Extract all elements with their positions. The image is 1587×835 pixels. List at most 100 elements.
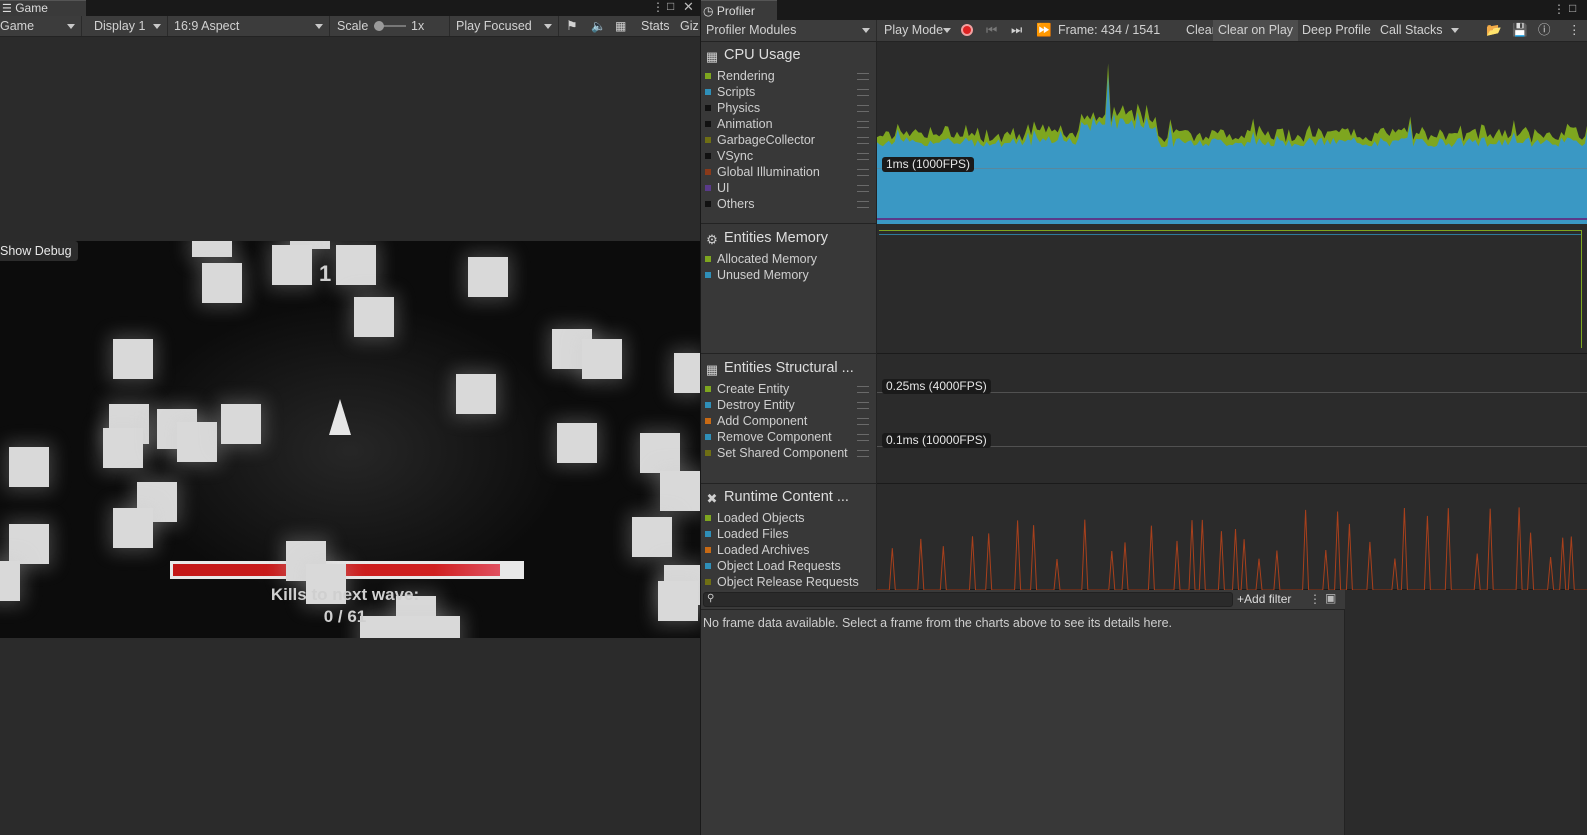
legend-swatch xyxy=(705,418,711,424)
legend-label: Physics xyxy=(717,101,761,115)
legend-item[interactable]: Rendering xyxy=(705,68,875,84)
more-menu-icon[interactable]: ⋮ xyxy=(1309,592,1321,606)
drag-handle-icon[interactable] xyxy=(857,137,869,144)
detach-icon[interactable]: ▣ xyxy=(1325,591,1336,605)
save-icon[interactable]: 💾 xyxy=(1507,20,1533,41)
legend-item[interactable]: GarbageCollector xyxy=(705,132,875,148)
legend-item[interactable]: Allocated Memory xyxy=(705,251,817,267)
scale-slider[interactable] xyxy=(374,21,406,31)
legend-label: Global Illumination xyxy=(717,165,820,179)
play-mode-dropdown[interactable]: Play Focused xyxy=(449,16,559,36)
call-stacks-toggle[interactable]: Call Stacks xyxy=(1375,20,1448,41)
legend-item[interactable]: Loaded Archives xyxy=(705,542,809,558)
gear-icon: ⚙ xyxy=(706,232,718,247)
deep-profile-toggle[interactable]: Deep Profile xyxy=(1297,20,1376,41)
drag-handle-icon[interactable] xyxy=(857,185,869,192)
drag-handle-icon[interactable] xyxy=(857,153,869,160)
aspect-dropdown[interactable]: 16:9 Aspect xyxy=(168,16,330,36)
cpu-usage-chart[interactable]: 1ms (1000FPS) xyxy=(877,42,1587,224)
profiler-tab[interactable]: ◷ Profiler xyxy=(701,0,777,20)
maximize-icon[interactable]: □ xyxy=(667,0,674,13)
drag-handle-icon[interactable] xyxy=(857,450,869,457)
stats-button[interactable]: Stats xyxy=(641,16,670,36)
legend-item[interactable]: Remove Component xyxy=(705,429,875,445)
audio-icon[interactable]: 🔈 xyxy=(591,16,606,36)
profiler-tab-strip: ◷ Profiler ⋮ □ xyxy=(701,0,1587,20)
legend-item[interactable]: Object Release Requests xyxy=(705,574,859,590)
legend-label: Loaded Objects xyxy=(717,511,805,525)
maximize-icon[interactable]: □ xyxy=(1569,1,1576,15)
drag-handle-icon[interactable] xyxy=(857,169,869,176)
next-frame-icon[interactable]: ⏭ xyxy=(1006,20,1027,41)
entities-structural-chart[interactable]: 0.25ms (4000FPS) 0.1ms (10000FPS) xyxy=(877,354,1587,484)
legend-item[interactable]: Physics xyxy=(705,100,875,116)
chevron-down-icon[interactable] xyxy=(1451,28,1459,33)
first-frame-icon[interactable]: ⏮ xyxy=(981,20,1002,41)
scale-slider-handle[interactable] xyxy=(374,21,384,31)
legend-swatch xyxy=(705,531,711,537)
drag-handle-icon[interactable] xyxy=(857,402,869,409)
module-title: ⚙ Entities Memory xyxy=(705,229,828,247)
game-viewport[interactable]: 1 Kills to next wave: 0 / 61 Show Debug xyxy=(0,241,700,638)
record-icon[interactable] xyxy=(961,24,973,36)
drag-handle-icon[interactable] xyxy=(857,418,869,425)
entities-memory-chart[interactable] xyxy=(877,224,1587,354)
runtime-content-module[interactable]: ✖ Runtime Content ... Loaded Objects Load… xyxy=(701,484,877,590)
legend-item[interactable]: Global Illumination xyxy=(705,164,875,180)
module-title: ✖ Runtime Content ... xyxy=(705,488,849,506)
legend-item[interactable]: Unused Memory xyxy=(705,267,809,283)
help-icon[interactable]: ⓘ xyxy=(1533,20,1556,41)
close-icon[interactable]: ✕ xyxy=(683,0,694,15)
play-mode-target-dropdown[interactable]: Play Mode xyxy=(879,20,955,41)
view-mode-dropdown[interactable]: Game xyxy=(0,16,82,36)
entities-memory-module[interactable]: ⚙ Entities Memory Allocated Memory Unused… xyxy=(701,224,877,354)
entities-structural-module[interactable]: ▦ Entities Structural ... Create Entity D… xyxy=(701,354,877,484)
drag-handle-icon[interactable] xyxy=(857,121,869,128)
load-icon[interactable]: 📂 xyxy=(1481,20,1507,41)
legend-swatch xyxy=(705,402,711,408)
add-filter-label: Add filter xyxy=(1244,592,1292,606)
legend-item[interactable]: Destroy Entity xyxy=(705,397,875,413)
drag-handle-icon[interactable] xyxy=(857,434,869,441)
enemy-block xyxy=(113,339,153,379)
drag-handle-icon[interactable] xyxy=(857,201,869,208)
legend-item[interactable]: Set Shared Component xyxy=(705,445,875,461)
enemy-block xyxy=(640,433,680,473)
more-menu-icon[interactable]: ⋮ xyxy=(652,0,664,14)
search-input[interactable]: ⚲ xyxy=(703,592,1233,607)
add-filter-button[interactable]: +Add filter xyxy=(1237,592,1291,606)
clear-on-play-toggle[interactable]: Clear on Play xyxy=(1213,20,1299,41)
legend-item[interactable]: UI xyxy=(705,180,875,196)
legend-label: Add Component xyxy=(717,414,808,428)
legend-item[interactable]: Loaded Files xyxy=(705,526,789,542)
drag-handle-icon[interactable] xyxy=(857,386,869,393)
drag-handle-icon[interactable] xyxy=(857,73,869,80)
display-dropdown[interactable]: Display 1 xyxy=(88,16,168,36)
legend-label: Object Release Requests xyxy=(717,575,859,589)
legend-swatch xyxy=(705,515,711,521)
health-bar xyxy=(170,561,524,579)
more-menu-icon[interactable]: ⋮ xyxy=(1553,2,1565,16)
game-tab[interactable]: ☰ Game xyxy=(0,0,86,16)
bug-icon[interactable]: ⚑ xyxy=(566,16,578,36)
legend-item[interactable]: Others xyxy=(705,196,875,212)
show-debug-button[interactable]: Show Debug xyxy=(0,241,78,261)
legend-item[interactable]: Add Component xyxy=(705,413,875,429)
game-toolbar: Game Display 1 16:9 Aspect Scale 1x Play… xyxy=(0,16,700,37)
legend-item[interactable]: VSync xyxy=(705,148,875,164)
profiler-modules-dropdown[interactable]: Profiler Modules xyxy=(701,20,877,41)
legend-item[interactable]: Loaded Objects xyxy=(705,510,805,526)
drag-handle-icon[interactable] xyxy=(857,89,869,96)
legend-item[interactable]: Scripts xyxy=(705,84,875,100)
gizmos-button[interactable]: Giz xyxy=(680,16,700,36)
runtime-content-chart[interactable] xyxy=(877,484,1587,590)
legend-swatch xyxy=(705,137,711,143)
drag-handle-icon[interactable] xyxy=(857,105,869,112)
legend-item[interactable]: Create Entity xyxy=(705,381,875,397)
grid-icon[interactable]: ▦ xyxy=(615,16,626,36)
more-menu-icon[interactable]: ⋮ xyxy=(1563,20,1586,41)
legend-item[interactable]: Animation xyxy=(705,116,875,132)
cpu-usage-module[interactable]: ▦ CPU Usage Rendering Scripts Physics Ani… xyxy=(701,42,877,224)
profiler-window: ◷ Profiler ⋮ □ Profiler Modules Play Mod… xyxy=(700,0,1587,835)
legend-item[interactable]: Object Load Requests xyxy=(705,558,841,574)
